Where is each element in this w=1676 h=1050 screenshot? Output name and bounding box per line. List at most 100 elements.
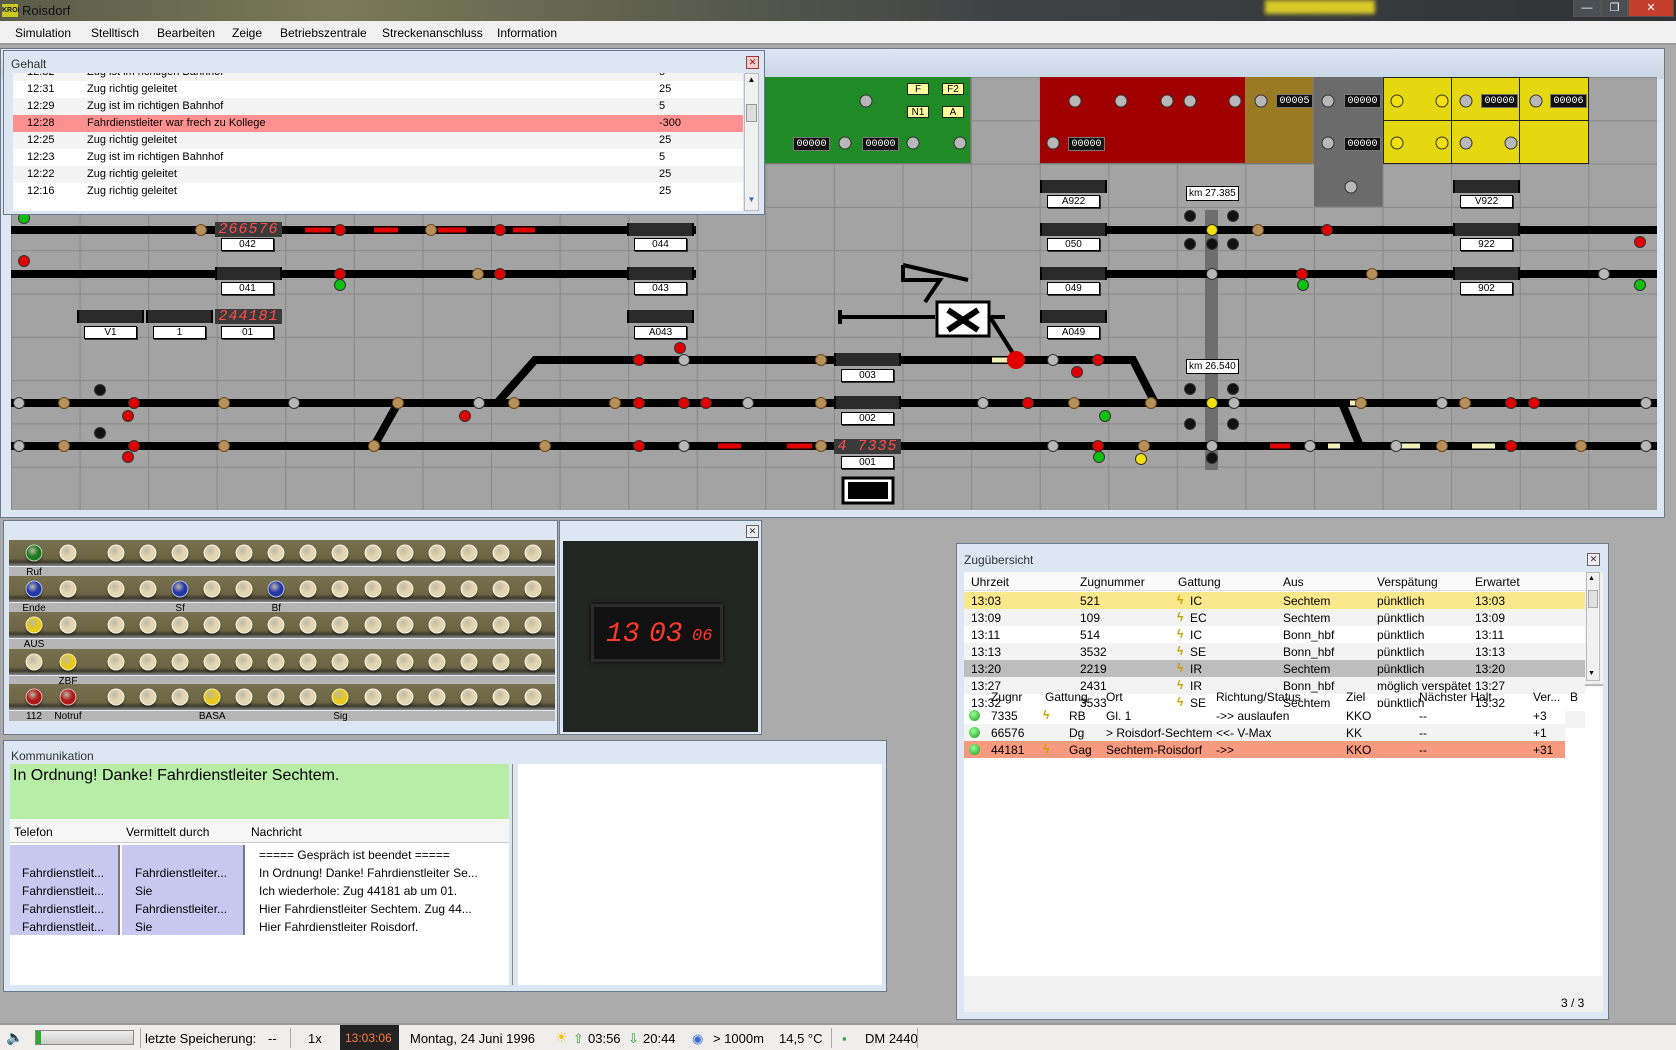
- signal-lamp[interactable]: [122, 451, 134, 463]
- signal-lamp[interactable]: [195, 224, 207, 236]
- panel-lamp-button[interactable]: [203, 616, 221, 634]
- panel-lamp-button[interactable]: [364, 688, 382, 706]
- panel-lamp-button[interactable]: [524, 688, 542, 706]
- panel-lamp-button[interactable]: [267, 616, 285, 634]
- signal-lamp[interactable]: [1068, 94, 1082, 108]
- signal-lamp[interactable]: [1184, 383, 1196, 395]
- signal-lamp[interactable]: [815, 397, 827, 409]
- block-label[interactable]: 050: [1047, 238, 1100, 251]
- block-label[interactable]: 043: [634, 282, 687, 295]
- panel-lamp-button[interactable]: [59, 616, 77, 634]
- signal-lamp[interactable]: [1390, 94, 1404, 108]
- signal-lamp[interactable]: [334, 268, 346, 280]
- signal-lamp[interactable]: [539, 440, 551, 452]
- panel-lamp-button[interactable]: [203, 580, 221, 598]
- column-header[interactable]: Ziel: [1346, 690, 1365, 704]
- table-row[interactable]: [964, 741, 1565, 758]
- signal-lamp[interactable]: [678, 397, 690, 409]
- signal-lamp[interactable]: [1390, 440, 1402, 452]
- block-label[interactable]: 902: [1460, 282, 1513, 295]
- signal-lamp[interactable]: [58, 440, 70, 452]
- signal-lamp[interactable]: [1114, 94, 1128, 108]
- signal-lamp[interactable]: [392, 397, 404, 409]
- signal-lamp[interactable]: [1184, 418, 1196, 430]
- signal-lamp[interactable]: [1436, 440, 1448, 452]
- panel-lamp-button[interactable]: [492, 653, 510, 671]
- panel-lamp-button[interactable]: [107, 580, 125, 598]
- signal-lamp[interactable]: [1505, 397, 1517, 409]
- block-label[interactable]: 01: [221, 326, 274, 339]
- panel-lamp-button[interactable]: [460, 544, 478, 562]
- block-label[interactable]: 001: [841, 456, 894, 469]
- signal-lamp[interactable]: [1459, 397, 1471, 409]
- block-label[interactable]: 922: [1460, 238, 1513, 251]
- nachricht-cell[interactable]: Ich wiederhole: Zug 44181 ab um 01.: [259, 884, 457, 898]
- signal-lamp[interactable]: [13, 440, 25, 452]
- block-label[interactable]: 049: [1047, 282, 1100, 295]
- panel-lamp-button[interactable]: [235, 544, 253, 562]
- block-label[interactable]: 002: [841, 412, 894, 425]
- signal-lamp[interactable]: [1160, 94, 1174, 108]
- signal-lamp[interactable]: [425, 224, 437, 236]
- panel-lamp-button[interactable]: [331, 580, 349, 598]
- vermittelt-cell[interactable]: Sie: [135, 884, 152, 898]
- panel-lamp-button[interactable]: [364, 616, 382, 634]
- signal-lamp[interactable]: [122, 410, 134, 422]
- panel-lamp-button[interactable]: [524, 544, 542, 562]
- signal-lamp[interactable]: [1634, 279, 1646, 291]
- panel-lamp-button[interactable]: [25, 653, 43, 671]
- nachricht-cell[interactable]: Hier Fahrdienstleiter Roisdorf.: [259, 920, 418, 934]
- signal-lamp[interactable]: [128, 440, 140, 452]
- panel-lamp-button[interactable]: [235, 688, 253, 706]
- panel-lamp-button[interactable]: [460, 616, 478, 634]
- panel-lamp-button[interactable]: [331, 688, 349, 706]
- block-label[interactable]: 044: [634, 238, 687, 251]
- panel-lamp-button[interactable]: [267, 653, 285, 671]
- panel-lamp-button[interactable]: [524, 616, 542, 634]
- close-icon[interactable]: ✕: [1587, 553, 1600, 566]
- signal-lamp[interactable]: [742, 397, 754, 409]
- panel-lamp-button[interactable]: [235, 653, 253, 671]
- signal-lamp[interactable]: [609, 397, 621, 409]
- signal-lamp[interactable]: [1022, 397, 1034, 409]
- panel-lamp-button[interactable]: [25, 580, 43, 598]
- panel-lamp-button[interactable]: [396, 653, 414, 671]
- panel-lamp-button[interactable]: [396, 616, 414, 634]
- telefon-cell[interactable]: Fahrdienstleit...: [22, 884, 104, 898]
- column-header[interactable]: Uhrzeit: [971, 575, 1009, 589]
- signal-lamp[interactable]: [1227, 238, 1239, 250]
- signal-lamp[interactable]: [1598, 268, 1610, 280]
- panel-lamp-button[interactable]: [235, 580, 253, 598]
- scrollbar-thumb[interactable]: [1588, 590, 1598, 608]
- panel-lamp-button[interactable]: [331, 544, 349, 562]
- signal-lamp[interactable]: [1296, 268, 1308, 280]
- column-header[interactable]: B: [1570, 690, 1578, 704]
- signal-lamp[interactable]: [128, 397, 140, 409]
- signal-lamp[interactable]: [953, 136, 967, 150]
- sim-speed[interactable]: 1x: [308, 1031, 322, 1046]
- signal-lamp[interactable]: [1184, 210, 1196, 222]
- signal-lamp[interactable]: [1206, 397, 1218, 409]
- telefon-cell[interactable]: Fahrdienstleit...: [22, 902, 104, 916]
- signal-lamp[interactable]: [1092, 440, 1104, 452]
- panel-lamp-button[interactable]: [299, 688, 317, 706]
- signal-lamp[interactable]: [1297, 279, 1309, 291]
- speaker-icon[interactable]: 🔈: [6, 1029, 23, 1046]
- signal-lamp[interactable]: [1459, 94, 1473, 108]
- signal-lamp[interactable]: [1228, 397, 1240, 409]
- panel-lamp-button[interactable]: [203, 688, 221, 706]
- scroll-down-icon[interactable]: ▼: [746, 195, 757, 208]
- col-vermittelt[interactable]: Vermittelt durch: [126, 825, 209, 839]
- panel-lamp-button[interactable]: [364, 544, 382, 562]
- signal-lamp[interactable]: [1046, 136, 1060, 150]
- panel-lamp-button[interactable]: [428, 616, 446, 634]
- column-header[interactable]: Verspätung: [1377, 575, 1438, 589]
- signal-lamp[interactable]: [1047, 440, 1059, 452]
- signal-lamp[interactable]: [1321, 94, 1335, 108]
- signal-lamp[interactable]: [1321, 136, 1335, 150]
- block-label[interactable]: 041: [221, 282, 274, 295]
- column-header[interactable]: Nächster Halt: [1419, 690, 1492, 704]
- panel-lamp-button[interactable]: [396, 580, 414, 598]
- scrollbar[interactable]: ▲ ▼: [744, 73, 759, 211]
- panel-lamp-button[interactable]: [460, 580, 478, 598]
